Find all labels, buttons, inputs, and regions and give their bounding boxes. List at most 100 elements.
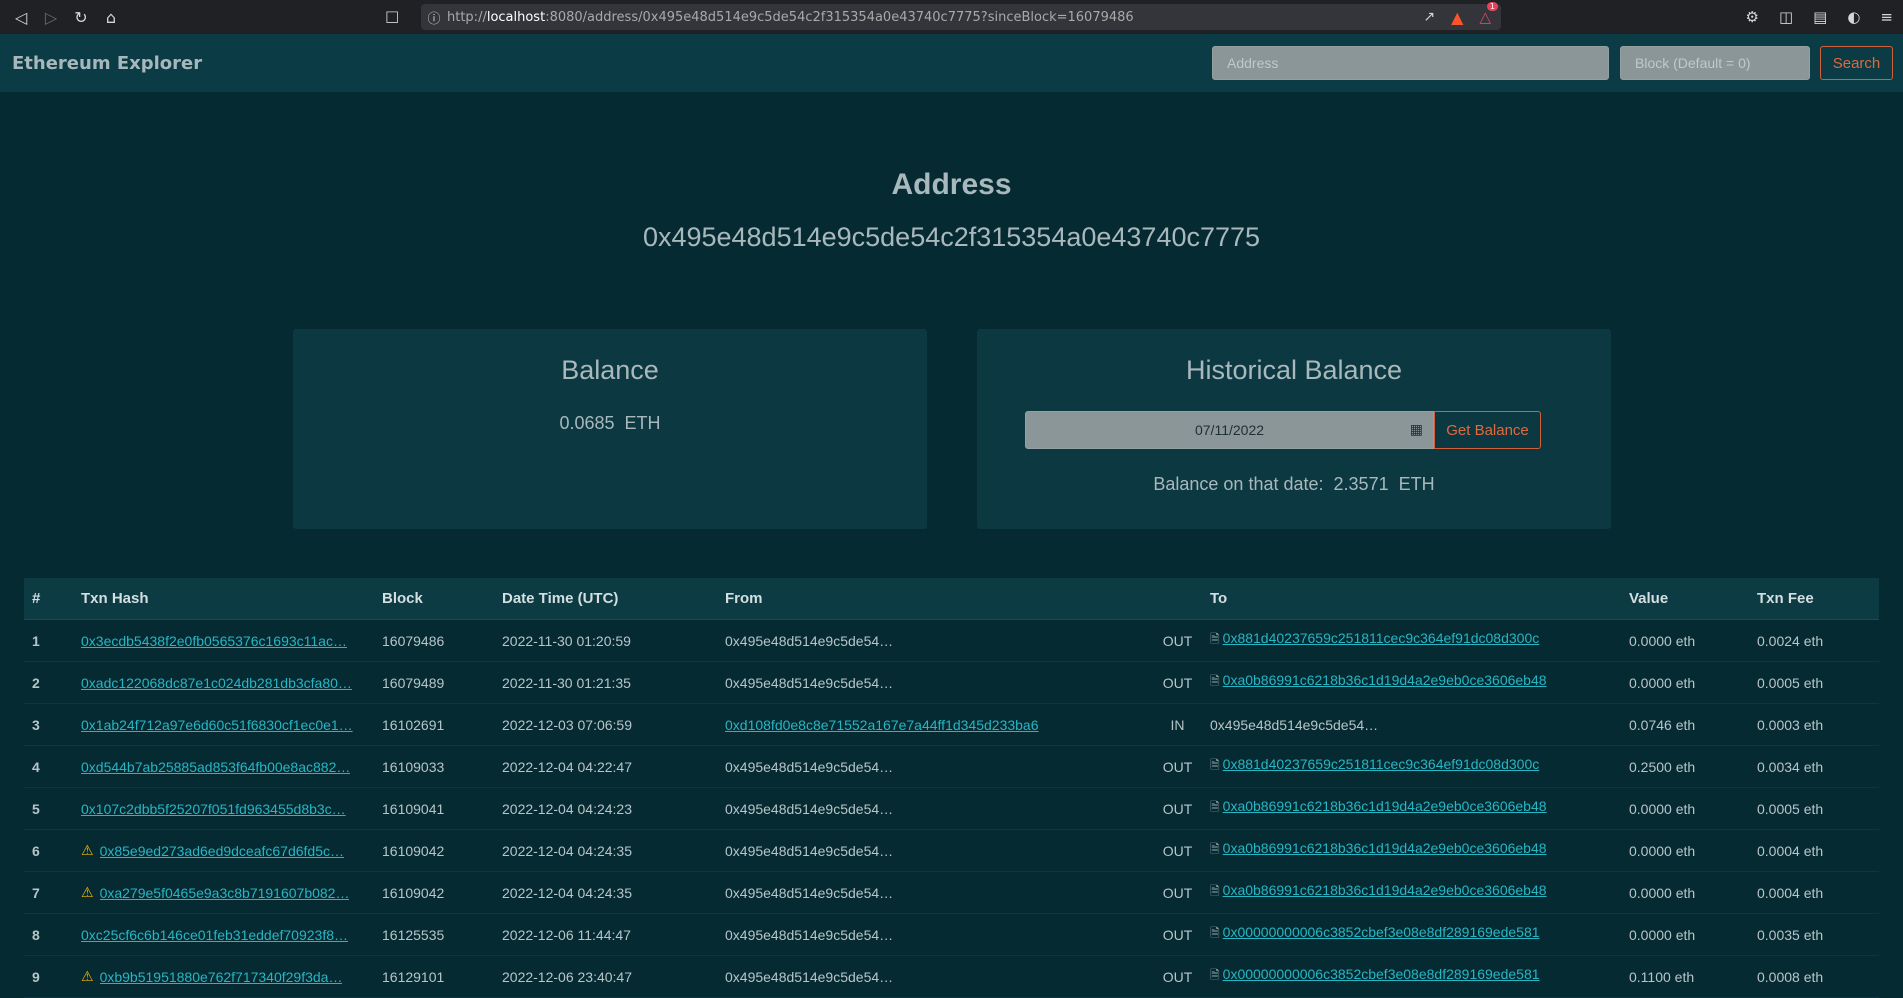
block-number: 16109041: [382, 800, 445, 817]
table-row: 7 ⚠ 0xa279e5f0465e9a3c8b7191607b082… 161090…: [24, 872, 1879, 914]
home-icon[interactable]: ⌂: [96, 0, 126, 34]
direction-label: OUT: [1162, 926, 1193, 943]
date-time: 2022-12-03 07:06:59: [502, 716, 632, 733]
address-value: 0x495e48d514e9c5de54c2f315354a0e43740c77…: [642, 222, 1261, 252]
txn-value: 0.1100 eth: [1629, 968, 1695, 985]
row-index: 3: [32, 716, 40, 733]
txn-hash-link[interactable]: 0xd544b7ab25885ad853f64fb00e8ac882…: [81, 759, 350, 775]
to-address-link[interactable]: 0x00000000006c3852cbef3e08e8df289169ede5…: [1223, 924, 1540, 940]
wallet-icon[interactable]: ▤: [1813, 8, 1827, 26]
txn-hash-link[interactable]: 0xadc122068dc87e1c024db281db3cfa80…: [81, 675, 352, 691]
to-cell: 🗎 0x00000000006c3852cbef3e08e8df289169ede…: [1210, 924, 1629, 945]
from-cell: 0x495e48d514e9c5de54…: [725, 843, 1145, 859]
contract-document-icon: 🗎: [1210, 632, 1220, 646]
table-row: 3 0x1ab24f712a97e6d60c51f6830cf1ec0e1… 161…: [24, 704, 1879, 746]
block-number: 16125535: [382, 926, 445, 943]
search-button[interactable]: Search: [1820, 46, 1893, 80]
brave-lion-icon[interactable]: ▲: [1451, 8, 1463, 27]
txn-hash-link[interactable]: 0x3ecdb5438f2e0fb0565376c1693c11ac…: [81, 633, 347, 649]
get-balance-button[interactable]: Get Balance: [1434, 411, 1541, 449]
txn-fee: 0.0035 eth: [1757, 926, 1824, 943]
from-cell: 0x495e48d514e9c5de54…: [725, 675, 1145, 691]
to-cell: 🗎 0xa0b86991c6218b36c1d19d4a2e9eb0ce3606e…: [1210, 882, 1629, 903]
sidebar-icon[interactable]: ◫: [1779, 8, 1793, 26]
direction-label: OUT: [1162, 842, 1193, 859]
from-cell: 0x495e48d514e9c5de54…: [725, 969, 1145, 985]
historical-balance-result: Balance on that date: 2.3571 ETH: [1153, 474, 1435, 494]
from-cell: 0x495e48d514e9c5de54…: [725, 759, 1145, 775]
txn-value: 0.0746 eth: [1629, 716, 1696, 733]
historical-balance-card: Historical Balance 07/11/2022 ▦ Get Bala…: [977, 329, 1611, 529]
txn-hash-link[interactable]: 0x107c2dbb5f25207f051fd963455d8b3c…: [81, 801, 346, 817]
row-index: 8: [32, 926, 40, 943]
brand-title[interactable]: Ethereum Explorer: [12, 53, 202, 74]
url-text[interactable]: http://localhost:8080/address/0x495e48d5…: [447, 10, 1134, 25]
date-time: 2022-12-06 23:40:47: [502, 968, 632, 985]
rewards-triangle-icon[interactable]: △ 1: [1479, 2, 1498, 26]
back-arrow-icon[interactable]: ◁: [6, 0, 36, 34]
txn-hash-cell: 0x107c2dbb5f25207f051fd963455d8b3c…: [81, 801, 382, 817]
from-cell: 0x495e48d514e9c5de54…: [725, 633, 1145, 649]
from-address: 0x495e48d514e9c5de54…: [725, 674, 894, 691]
warning-triangle-icon: ⚠: [81, 884, 94, 900]
txn-fee: 0.0005 eth: [1757, 674, 1824, 691]
txn-hash-cell: 0xadc122068dc87e1c024db281db3cfa80…: [81, 675, 382, 691]
to-cell: 🗎 0x00000000006c3852cbef3e08e8df289169ede…: [1210, 966, 1629, 987]
to-address-link[interactable]: 0x881d40237659c251811cec9c364ef91dc08d30…: [1223, 630, 1540, 646]
date-value: 07/11/2022: [1194, 422, 1265, 438]
block-input[interactable]: [1620, 46, 1810, 80]
txn-fee: 0.0004 eth: [1757, 842, 1824, 859]
info-icon[interactable]: ⓘ: [421, 8, 447, 27]
forward-arrow-icon[interactable]: ▷: [36, 0, 66, 34]
address-bar[interactable]: ⓘ http://localhost:8080/address/0x495e48…: [421, 2, 1501, 30]
historical-balance-title: Historical Balance: [1185, 355, 1403, 385]
table-row: 2 0xadc122068dc87e1c024db281db3cfa80… 1607…: [24, 662, 1879, 704]
direction-label: OUT: [1162, 884, 1193, 901]
col-header-from: From: [725, 590, 763, 607]
menu-icon[interactable]: ≡: [1880, 8, 1893, 26]
col-header-hash: Txn Hash: [81, 590, 149, 607]
txn-value: 0.2500 eth: [1629, 758, 1696, 775]
txn-hash-link[interactable]: 0xa279e5f0465e9a3c8b7191607b082…: [100, 885, 350, 901]
to-cell: 🗎 0x881d40237659c251811cec9c364ef91dc08d3…: [1210, 756, 1629, 777]
txn-hash-link[interactable]: 0xc25cf6c6b146ce01feb31eddef70923f8…: [81, 927, 348, 943]
page-title: Address: [891, 168, 1012, 201]
col-header-date: Date Time (UTC): [502, 590, 619, 607]
contract-document-icon: 🗎: [1210, 758, 1220, 772]
to-cell: 0x495e48d514e9c5de54…: [1210, 717, 1629, 733]
date-input[interactable]: 07/11/2022 ▦: [1025, 411, 1434, 449]
to-address-link[interactable]: 0xa0b86991c6218b36c1d19d4a2e9eb0ce3606eb…: [1223, 798, 1547, 814]
to-address-link[interactable]: 0xa0b86991c6218b36c1d19d4a2e9eb0ce3606eb…: [1223, 882, 1547, 898]
txn-value: 0.0000 eth: [1629, 674, 1696, 691]
puzzle-icon[interactable]: ⚙: [1746, 8, 1759, 26]
to-address-link[interactable]: 0xa0b86991c6218b36c1d19d4a2e9eb0ce3606eb…: [1223, 840, 1547, 856]
txn-hash-cell: ⚠ 0x85e9ed273ad6ed9dceafc67d6fd5c…: [81, 842, 382, 859]
to-address: 0x495e48d514e9c5de54…: [1210, 716, 1379, 733]
txn-hash-link[interactable]: 0xb9b51951880e762f717340f29f3da…: [100, 969, 343, 985]
txn-fee: 0.0005 eth: [1757, 800, 1824, 817]
date-time: 2022-12-04 04:24:35: [502, 842, 632, 859]
reload-icon[interactable]: ↻: [66, 0, 96, 34]
to-address-link[interactable]: 0x881d40237659c251811cec9c364ef91dc08d30…: [1223, 756, 1540, 772]
contract-document-icon: 🗎: [1210, 884, 1220, 898]
table-row: 5 0x107c2dbb5f25207f051fd963455d8b3c… 1610…: [24, 788, 1879, 830]
txn-fee: 0.0024 eth: [1757, 632, 1824, 649]
txn-hash-link[interactable]: 0x1ab24f712a97e6d60c51f6830cf1ec0e1…: [81, 717, 353, 733]
browser-toolbar: ◁ ▷ ↻ ⌂ □ ⓘ http://localhost:8080/addres…: [0, 0, 1903, 34]
txn-hash-link[interactable]: 0x85e9ed273ad6ed9dceafc67d6fd5c…: [100, 843, 344, 859]
share-icon[interactable]: ↗: [1423, 9, 1435, 25]
row-index: 2: [32, 674, 40, 691]
from-cell: 0x495e48d514e9c5de54…: [725, 885, 1145, 901]
profile-icon[interactable]: ◐: [1847, 8, 1860, 26]
bookmark-icon[interactable]: □: [385, 7, 399, 25]
calendar-icon[interactable]: ▦: [1410, 421, 1423, 438]
address-search-input[interactable]: [1212, 46, 1609, 80]
date-time: 2022-12-06 11:44:47: [502, 926, 631, 943]
table-body: 1 0x3ecdb5438f2e0fb0565376c1693c11ac… 1607…: [24, 620, 1879, 998]
row-index: 1: [32, 632, 40, 649]
block-number: 16079489: [382, 674, 445, 691]
to-address-link[interactable]: 0x00000000006c3852cbef3e08e8df289169ede5…: [1223, 966, 1540, 982]
contract-document-icon: 🗎: [1210, 674, 1220, 688]
to-address-link[interactable]: 0xa0b86991c6218b36c1d19d4a2e9eb0ce3606eb…: [1223, 672, 1547, 688]
from-address-link[interactable]: 0xd108fd0e8c8e71552a167e7a44ff1d345d233b…: [725, 717, 1039, 733]
